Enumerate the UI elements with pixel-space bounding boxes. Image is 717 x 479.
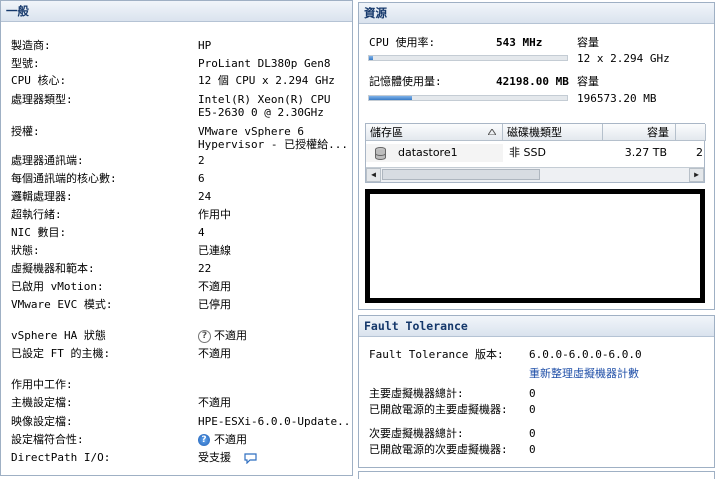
table-row[interactable]: datastore1 (366, 144, 503, 162)
nic-count-value: 4 (198, 226, 205, 239)
datastore-drive-type: 非 SSD (509, 146, 546, 159)
license-label: 授權: (11, 125, 40, 138)
powered-on-primary-label: 已開啟電源的主要虛擬機器: (369, 403, 508, 416)
chat-icon[interactable] (244, 452, 257, 464)
horizontal-scrollbar[interactable]: ◀ ▶ (366, 167, 704, 182)
resources-panel-title: 資源 (359, 3, 714, 24)
profile-compliance-text: 不適用 (214, 433, 247, 446)
host-profile-value: 不適用 (198, 396, 231, 409)
nic-count-label: NIC 數目: (11, 226, 67, 239)
vms-templates-label: 虛擬機器和範本: (11, 262, 95, 275)
processor-type-label: 處理器類型: (11, 93, 73, 106)
hyperthreading-value: 作用中 (198, 208, 231, 221)
scroll-left-icon[interactable]: ◀ (366, 168, 381, 182)
memory-capacity-label: 容量 (577, 75, 599, 88)
state-value: 已連線 (198, 244, 231, 257)
vmotion-value: 不適用 (198, 280, 231, 293)
ft-hosts-value: 不適用 (198, 347, 231, 360)
ha-state-value: ? 不適用 (198, 328, 247, 343)
logical-processors-value: 24 (198, 190, 212, 203)
ha-state-label: vSphere HA 狀態 (11, 329, 106, 342)
cpu-cores-label: CPU 核心: (11, 74, 67, 87)
cores-per-socket-label: 每個通訊端的核心數: (11, 172, 117, 185)
cpu-capacity-label: 容量 (577, 36, 599, 49)
cpu-capacity-value: 12 x 2.294 GHz (577, 52, 670, 65)
next-panel-partial (358, 471, 715, 479)
cores-per-socket-value: 6 (198, 172, 205, 185)
sockets-value: 2 (198, 154, 205, 167)
extra-column-header[interactable] (676, 124, 706, 141)
model-label: 型號: (11, 57, 40, 70)
host-profile-label: 主機設定檔: (11, 396, 73, 409)
cpu-cores-value: 12 個 CPU x 2.294 GHz (198, 74, 335, 87)
memory-usage-bar-fill (369, 96, 412, 100)
ft-version-value: 6.0.0-6.0.0-6.0.0 (529, 348, 642, 361)
info-icon[interactable]: ? (198, 329, 211, 343)
model-value: ProLiant DL380p Gen8 (198, 57, 331, 70)
evc-mode-label: VMware EVC 模式: (11, 298, 113, 311)
directpath-text: 受支援 (198, 451, 231, 464)
ha-state-text: 不適用 (214, 329, 247, 342)
drive-type-column-header[interactable]: 磁碟機類型 (503, 124, 603, 141)
datastore-capacity: 3.27 TB (624, 146, 667, 159)
profile-compliance-label: 設定檔符合性: (11, 433, 84, 446)
image-profile-value: HPE-ESXi-6.0.0-Update... (198, 415, 353, 428)
resources-panel: 資源 CPU 使用率: 543 MHz 容量 12 x 2.294 GHz 記憶… (358, 2, 715, 310)
directpath-label: DirectPath I/O: (11, 451, 111, 464)
database-icon (375, 147, 386, 160)
image-profile-label: 映像設定檔: (11, 415, 73, 428)
secondary-vms-total-label: 次要虛擬機器總計: (369, 427, 464, 440)
cpu-usage-bar (368, 55, 568, 61)
powered-on-secondary-label: 已開啟電源的次要虛擬機器: (369, 443, 508, 456)
memory-capacity-value: 196573.20 MB (577, 92, 657, 105)
datastore-table: 儲存區 磁碟機類型 容量 datastore1 非 SSD 3.27 TB 2 … (365, 123, 706, 183)
manufacturer-label: 製造商: (11, 39, 51, 52)
ft-version-label: Fault Tolerance 版本: (369, 348, 504, 361)
cpu-usage-bar-fill (369, 56, 373, 60)
help-icon[interactable]: ? (198, 434, 210, 446)
logical-processors-label: 邏輯處理器: (11, 190, 73, 203)
general-panel: 一般 製造商: HP 型號: ProLiant DL380p Gen8 CPU … (0, 0, 353, 476)
state-label: 狀態: (11, 244, 40, 257)
ft-hosts-label: 已設定 FT 的主機: (11, 347, 111, 360)
memory-usage-value: 42198.00 MB (496, 75, 569, 88)
hyperthreading-label: 超執行緒: (11, 208, 62, 221)
memory-usage-label: 記憶體使用量: (369, 75, 442, 88)
sockets-label: 處理器通訊端: (11, 154, 84, 167)
scrollbar-thumb[interactable] (382, 169, 540, 180)
fault-tolerance-panel-title: Fault Tolerance (359, 316, 714, 337)
cpu-usage-label: CPU 使用率: (369, 36, 436, 49)
primary-vms-total-value: 0 (529, 387, 536, 400)
profile-compliance-value: ? 不適用 (198, 432, 247, 447)
scroll-right-icon[interactable]: ▶ (689, 168, 704, 182)
license-value-line2[interactable]: Hypervisor - 已授權給... (198, 137, 348, 152)
manufacturer-value: HP (198, 39, 212, 52)
datastore-column-header[interactable]: 儲存區 (366, 124, 503, 141)
vms-templates-value: 22 (198, 262, 212, 275)
primary-vms-total-label: 主要虛擬機器總計: (369, 387, 464, 400)
general-panel-title: 一般 (1, 1, 352, 22)
fault-tolerance-panel: Fault Tolerance Fault Tolerance 版本: 6.0.… (358, 315, 715, 468)
refresh-vm-count-link[interactable]: 重新整理虛擬機器計數 (529, 366, 639, 381)
active-tasks-label: 作用中工作: (11, 378, 73, 391)
powered-on-primary-value: 0 (529, 403, 536, 416)
datastore-column-header-label: 儲存區 (370, 126, 403, 139)
cpu-usage-value: 543 MHz (496, 36, 543, 49)
evc-mode-value: 已停用 (198, 298, 231, 311)
capacity-column-header[interactable]: 容量 (603, 124, 676, 141)
powered-on-secondary-value: 0 (529, 443, 536, 456)
processor-type-value-line2: E5-2630 0 @ 2.30GHz (198, 106, 324, 119)
datastore-name: datastore1 (398, 146, 458, 159)
directpath-value: 受支援 (198, 450, 257, 465)
secondary-vms-total-value: 0 (529, 427, 536, 440)
datastore-extra-value: 2 (696, 146, 703, 159)
blank-frame (365, 189, 705, 303)
memory-usage-bar (368, 95, 568, 101)
sort-arrow-icon (488, 129, 496, 135)
vmotion-label: 已啟用 vMotion: (11, 280, 104, 293)
